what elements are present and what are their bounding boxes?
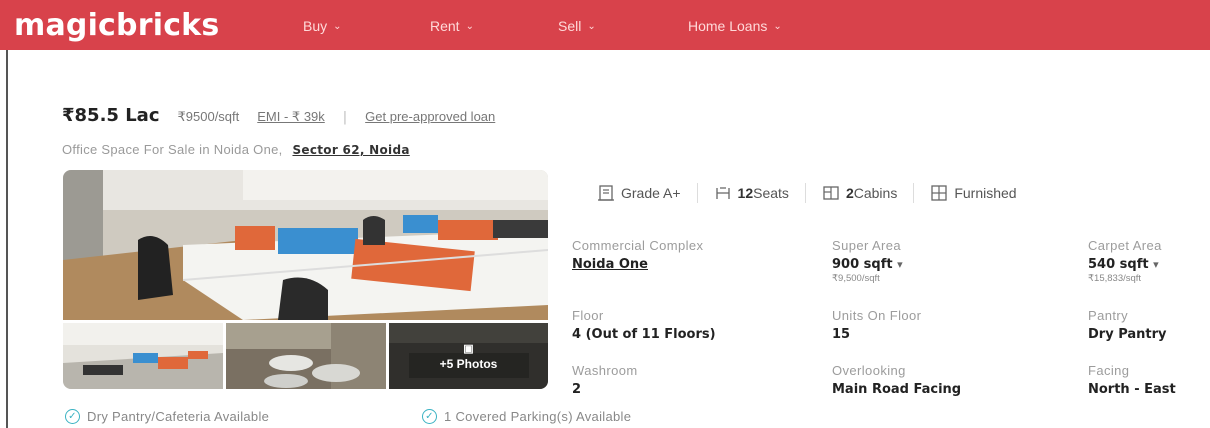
- units-on-floor-label: Units On Floor: [832, 308, 922, 323]
- nav-rent-label: Rent: [430, 18, 460, 34]
- floor-label: Floor: [572, 308, 604, 323]
- chip-divider: [913, 183, 915, 203]
- meeting-room-image: [226, 323, 386, 389]
- office-thumbnail-image: [63, 323, 223, 389]
- nav-buy-label: Buy: [303, 18, 328, 34]
- overlooking-value: Main Road Facing: [832, 382, 962, 397]
- page-edge-line: [6, 50, 8, 428]
- chip-divider: [804, 183, 806, 203]
- grade-certificate-icon: [598, 185, 614, 201]
- more-photos-label: +5 Photos: [439, 356, 498, 371]
- chevron-down-icon: ⌄: [333, 20, 342, 32]
- seats-count: 12: [737, 185, 754, 201]
- commercial-complex-info: Commercial Complex Noida One: [572, 238, 703, 272]
- nav-home-loans[interactable]: Home Loans ⌄: [688, 18, 782, 34]
- listing-type: Office Space For Sale in Noida One,: [62, 142, 283, 157]
- nav-sell[interactable]: Sell ⌄: [558, 18, 596, 34]
- cabins-chip: 2Cabins: [822, 184, 897, 202]
- super-area-info: Super Area 900 sqft ▾ ₹9,500/sqft: [832, 238, 903, 284]
- super-area-label: Super Area: [832, 238, 902, 253]
- grade-label: Grade A+: [621, 185, 681, 201]
- seats-chip: 12Seats: [714, 184, 789, 202]
- furnished-label: Furnished: [954, 185, 1017, 201]
- more-photos-overlay[interactable]: ▣ +5 Photos: [389, 323, 548, 389]
- nav-home-loans-label: Home Loans: [688, 18, 768, 34]
- washroom-info: Washroom 2: [572, 363, 638, 397]
- chevron-down-icon: ⌄: [587, 20, 596, 32]
- facing-value: North - East: [1088, 382, 1176, 397]
- chevron-down-icon: ⌄: [773, 20, 782, 32]
- listing-price: ₹85.5 Lac: [62, 105, 160, 126]
- super-area-price: ₹9,500/sqft: [832, 273, 880, 284]
- carpet-area-label: Carpet Area: [1088, 238, 1162, 253]
- washroom-value: 2: [572, 382, 582, 397]
- seat-icon: [715, 187, 730, 199]
- caret-down-icon: ▾: [1153, 258, 1159, 271]
- site-logo[interactable]: magicbricks: [14, 8, 219, 43]
- carpet-area-info: Carpet Area 540 sqft ▾ ₹15,833/sqft: [1088, 238, 1162, 284]
- facing-label: Facing: [1088, 363, 1130, 378]
- caret-down-icon: ▾: [897, 258, 903, 271]
- facing-info: Facing North - East: [1088, 363, 1176, 397]
- pre-approved-loan-link[interactable]: Get pre-approved loan: [365, 109, 495, 124]
- amenity-pantry: ✓ Dry Pantry/Cafeteria Available: [65, 409, 269, 424]
- overlooking-label: Overlooking: [832, 363, 906, 378]
- location-link[interactable]: Sector 62, Noida: [292, 143, 409, 157]
- super-area-number: 900 sqft: [832, 257, 893, 272]
- units-on-floor-info: Units On Floor 15: [832, 308, 921, 342]
- top-nav-bar: magicbricks Buy ⌄ Rent ⌄ Sell ⌄ Home Loa…: [0, 0, 1210, 50]
- nav-buy[interactable]: Buy ⌄: [303, 18, 342, 34]
- page: magicbricks Buy ⌄ Rent ⌄ Sell ⌄ Home Loa…: [0, 0, 1210, 428]
- units-on-floor-value: 15: [832, 327, 851, 342]
- commercial-complex-label: Commercial Complex: [572, 238, 704, 253]
- main-photo[interactable]: [63, 170, 548, 320]
- carpet-area-number: 540 sqft: [1088, 257, 1149, 272]
- grade-chip: Grade A+: [597, 184, 681, 202]
- price-per-sqft: ₹9500/sqft: [177, 109, 240, 124]
- overlooking-info: Overlooking Main Road Facing: [832, 363, 961, 397]
- floor-value: 4 (Out of 11 Floors): [572, 327, 716, 342]
- check-circle-icon: ✓: [422, 409, 437, 424]
- amenity-parking-label: 1 Covered Parking(s) Available: [444, 409, 632, 424]
- washroom-label: Washroom: [572, 363, 638, 378]
- pantry-info: Pantry Dry Pantry: [1088, 308, 1167, 342]
- price-row: ₹85.5 Lac ₹9500/sqft EMI - ₹ 39k | Get p…: [62, 105, 495, 126]
- camera-icon: ▣: [463, 342, 474, 355]
- amenity-pantry-label: Dry Pantry/Cafeteria Available: [87, 409, 270, 424]
- photo-thumbnail-2[interactable]: [226, 323, 386, 389]
- pantry-value: Dry Pantry: [1088, 327, 1167, 342]
- photo-thumbnail-more[interactable]: ▣ +5 Photos: [389, 323, 548, 389]
- commercial-complex-link[interactable]: Noida One: [572, 257, 703, 272]
- amenity-parking: ✓ 1 Covered Parking(s) Available: [422, 409, 631, 424]
- property-summary-chips: Grade A+ 12Seats 2Cabins Furnished: [597, 183, 1017, 203]
- emi-link[interactable]: EMI - ₹ 39k: [257, 109, 325, 125]
- listing-subtitle: Office Space For Sale in Noida One, Sect…: [62, 142, 410, 157]
- photo-thumbnail-1[interactable]: [63, 323, 223, 389]
- furnished-chip: Furnished: [930, 184, 1017, 202]
- pantry-label: Pantry: [1088, 308, 1128, 323]
- floor-info: Floor 4 (Out of 11 Floors): [572, 308, 716, 342]
- separator: |: [342, 110, 348, 125]
- nav-sell-label: Sell: [558, 18, 582, 34]
- cabins-count: 2: [845, 185, 854, 201]
- furnished-icon: [931, 185, 947, 201]
- chevron-down-icon: ⌄: [465, 20, 474, 32]
- chip-divider: [696, 183, 698, 203]
- super-area-value[interactable]: 900 sqft ▾: [832, 257, 903, 272]
- cabins-label: Cabins: [853, 185, 898, 201]
- cabin-icon: [823, 186, 839, 200]
- check-circle-icon: ✓: [65, 409, 80, 424]
- office-photo: [63, 170, 548, 320]
- seats-label: Seats: [753, 185, 789, 201]
- nav-rent[interactable]: Rent ⌄: [430, 18, 474, 34]
- carpet-area-value[interactable]: 540 sqft ▾: [1088, 257, 1162, 272]
- carpet-area-price: ₹15,833/sqft: [1088, 273, 1142, 284]
